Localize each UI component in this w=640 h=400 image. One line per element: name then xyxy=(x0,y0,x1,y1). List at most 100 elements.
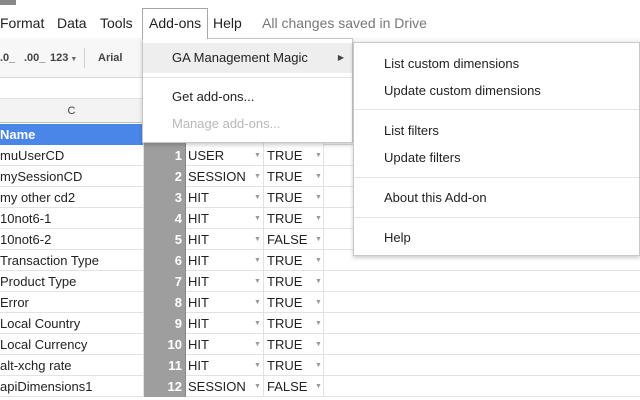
name-cell[interactable]: Error xyxy=(0,292,144,313)
name-cell-value: Transaction Type xyxy=(0,253,99,268)
scope-cell[interactable]: USER ▼ xyxy=(186,145,264,166)
name-cell[interactable]: mySessionCD xyxy=(0,166,144,187)
get-addons-item[interactable]: Get add-ons... xyxy=(143,85,352,109)
index-cell[interactable]: 3 xyxy=(144,187,186,208)
scope-cell[interactable]: HIT ▼ xyxy=(186,187,264,208)
name-cell[interactable]: Local Country xyxy=(0,313,144,334)
index-cell[interactable]: 4 xyxy=(144,208,186,229)
index-cell[interactable]: 11 xyxy=(144,355,186,376)
active-cell[interactable]: TRUE ▼ xyxy=(264,334,324,355)
index-cell[interactable]: 6 xyxy=(144,250,186,271)
number-format-dropdown[interactable]: 123 ▼ xyxy=(50,38,77,78)
active-cell[interactable]: TRUE ▼ xyxy=(264,208,324,229)
scope-cell[interactable]: HIT ▼ xyxy=(186,292,264,313)
menu-help[interactable]: Help xyxy=(213,8,242,38)
index-cell[interactable]: 12 xyxy=(144,376,186,397)
dropdown-arrow-icon[interactable]: ▼ xyxy=(315,166,322,187)
scope-cell[interactable]: HIT ▼ xyxy=(186,355,264,376)
dropdown-arrow-icon[interactable]: ▼ xyxy=(315,355,322,376)
scope-cell[interactable]: HIT ▼ xyxy=(186,250,264,271)
dropdown-arrow-icon[interactable]: ▼ xyxy=(315,187,322,208)
dropdown-arrow-icon[interactable]: ▼ xyxy=(315,250,322,271)
index-cell[interactable]: 9 xyxy=(144,313,186,334)
active-cell[interactable]: TRUE ▼ xyxy=(264,313,324,334)
active-cell[interactable]: FALSE ▼ xyxy=(264,229,324,250)
menu-format[interactable]: Format xyxy=(0,8,44,38)
menu-divider xyxy=(143,77,352,78)
dropdown-arrow-icon[interactable]: ▼ xyxy=(315,145,322,166)
index-cell[interactable]: 5 xyxy=(144,229,186,250)
name-cell[interactable]: muUserCD xyxy=(0,145,144,166)
name-cell-value: 10not6-1 xyxy=(0,211,52,226)
menu-tools[interactable]: Tools xyxy=(100,8,133,38)
name-cell[interactable]: Product Type xyxy=(0,271,144,292)
dropdown-arrow-icon[interactable]: ▼ xyxy=(315,229,322,250)
name-cell[interactable]: Transaction Type xyxy=(0,250,144,271)
decrease-decimal-button[interactable]: .0_ xyxy=(0,38,15,78)
dropdown-arrow-icon[interactable]: ▼ xyxy=(254,187,261,208)
active-cell[interactable]: FALSE ▼ xyxy=(264,376,324,397)
dropdown-arrow-icon[interactable]: ▼ xyxy=(254,208,261,229)
update-custom-dimensions-item[interactable]: Update custom dimensions xyxy=(354,79,639,103)
name-cell[interactable]: 10not6-2 xyxy=(0,229,144,250)
about-addon-item[interactable]: About this Add-on xyxy=(354,186,639,210)
column-header-c[interactable]: C xyxy=(0,99,144,123)
name-cell[interactable]: my other cd2 xyxy=(0,187,144,208)
menu-addons[interactable]: Add-ons xyxy=(142,8,209,39)
dropdown-arrow-icon[interactable]: ▼ xyxy=(315,313,322,334)
scope-cell[interactable]: HIT ▼ xyxy=(186,271,264,292)
menu-data[interactable]: Data xyxy=(57,8,87,38)
chevron-down-icon: ▼ xyxy=(70,56,78,63)
index-cell[interactable]: 10 xyxy=(144,334,186,355)
index-cell[interactable]: 1 xyxy=(144,145,186,166)
active-cell[interactable]: TRUE ▼ xyxy=(264,271,324,292)
index-cell[interactable]: 7 xyxy=(144,271,186,292)
name-cell[interactable]: alt-xchg rate xyxy=(0,355,144,376)
menu-divider xyxy=(354,177,639,178)
addon-item-label: GA Management Magic xyxy=(172,50,308,65)
dropdown-arrow-icon[interactable]: ▼ xyxy=(254,355,261,376)
index-cell[interactable]: 2 xyxy=(144,166,186,187)
dropdown-arrow-icon[interactable]: ▼ xyxy=(315,271,322,292)
help-item[interactable]: Help xyxy=(354,226,639,250)
active-cell[interactable]: TRUE ▼ xyxy=(264,250,324,271)
list-custom-dimensions-item[interactable]: List custom dimensions xyxy=(354,52,639,76)
dropdown-arrow-icon[interactable]: ▼ xyxy=(254,271,261,292)
increase-decimal-button[interactable]: .00_ xyxy=(24,38,45,78)
dropdown-arrow-icon[interactable]: ▼ xyxy=(254,376,261,397)
update-filters-item[interactable]: Update filters xyxy=(354,146,639,170)
dropdown-arrow-icon[interactable]: ▼ xyxy=(254,292,261,313)
dropdown-arrow-icon[interactable]: ▼ xyxy=(315,334,322,355)
scope-cell[interactable]: HIT ▼ xyxy=(186,208,264,229)
active-cell[interactable]: TRUE ▼ xyxy=(264,187,324,208)
active-cell[interactable]: TRUE ▼ xyxy=(264,166,324,187)
scope-cell[interactable]: HIT ▼ xyxy=(186,229,264,250)
scope-cell[interactable]: HIT ▼ xyxy=(186,334,264,355)
dropdown-arrow-icon[interactable]: ▼ xyxy=(315,292,322,313)
scope-cell[interactable]: HIT ▼ xyxy=(186,313,264,334)
dropdown-arrow-icon[interactable]: ▼ xyxy=(254,334,261,355)
index-cell[interactable]: 8 xyxy=(144,292,186,313)
dropdown-arrow-icon[interactable]: ▼ xyxy=(254,166,261,187)
dropdown-arrow-icon[interactable]: ▼ xyxy=(315,376,322,397)
index-cell-value: 5 xyxy=(174,232,182,247)
dropdown-arrow-icon[interactable]: ▼ xyxy=(254,145,261,166)
addon-ga-management-magic[interactable]: GA Management Magic ▶ xyxy=(143,43,352,73)
scope-cell[interactable]: SESSION ▼ xyxy=(186,376,264,397)
dropdown-arrow-icon[interactable]: ▼ xyxy=(315,208,322,229)
active-cell[interactable]: TRUE ▼ xyxy=(264,355,324,376)
name-cell[interactable]: Local Currency xyxy=(0,334,144,355)
dropdown-arrow-icon[interactable]: ▼ xyxy=(254,250,261,271)
list-filters-item[interactable]: List filters xyxy=(354,119,639,143)
name-cell[interactable]: apiDimensions1 xyxy=(0,376,144,397)
header-cell-name[interactable]: Name xyxy=(0,124,144,145)
name-cell[interactable]: 10not6-1 xyxy=(0,208,144,229)
name-cell-value: mySessionCD xyxy=(0,169,83,184)
scope-cell[interactable]: SESSION ▼ xyxy=(186,166,264,187)
dropdown-arrow-icon[interactable]: ▼ xyxy=(254,313,261,334)
active-cell[interactable]: TRUE ▼ xyxy=(264,292,324,313)
active-cell[interactable]: TRUE ▼ xyxy=(264,145,324,166)
font-family-dropdown[interactable]: Arial xyxy=(98,38,122,78)
dropdown-arrow-icon[interactable]: ▼ xyxy=(254,229,261,250)
menu-bar: Format Data Tools Add-ons Help All chang… xyxy=(0,8,640,39)
